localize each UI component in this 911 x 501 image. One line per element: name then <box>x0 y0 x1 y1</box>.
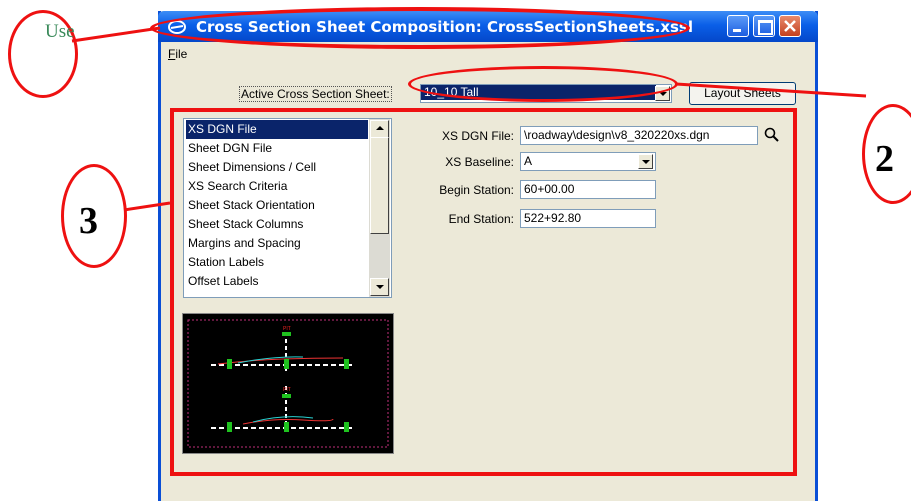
annotation-number-2: 2 <box>875 138 894 180</box>
annotation-number-3: 3 <box>79 200 98 242</box>
annotation-leader-lines <box>71 26 867 212</box>
annotation-use-text: Use <box>45 21 75 42</box>
